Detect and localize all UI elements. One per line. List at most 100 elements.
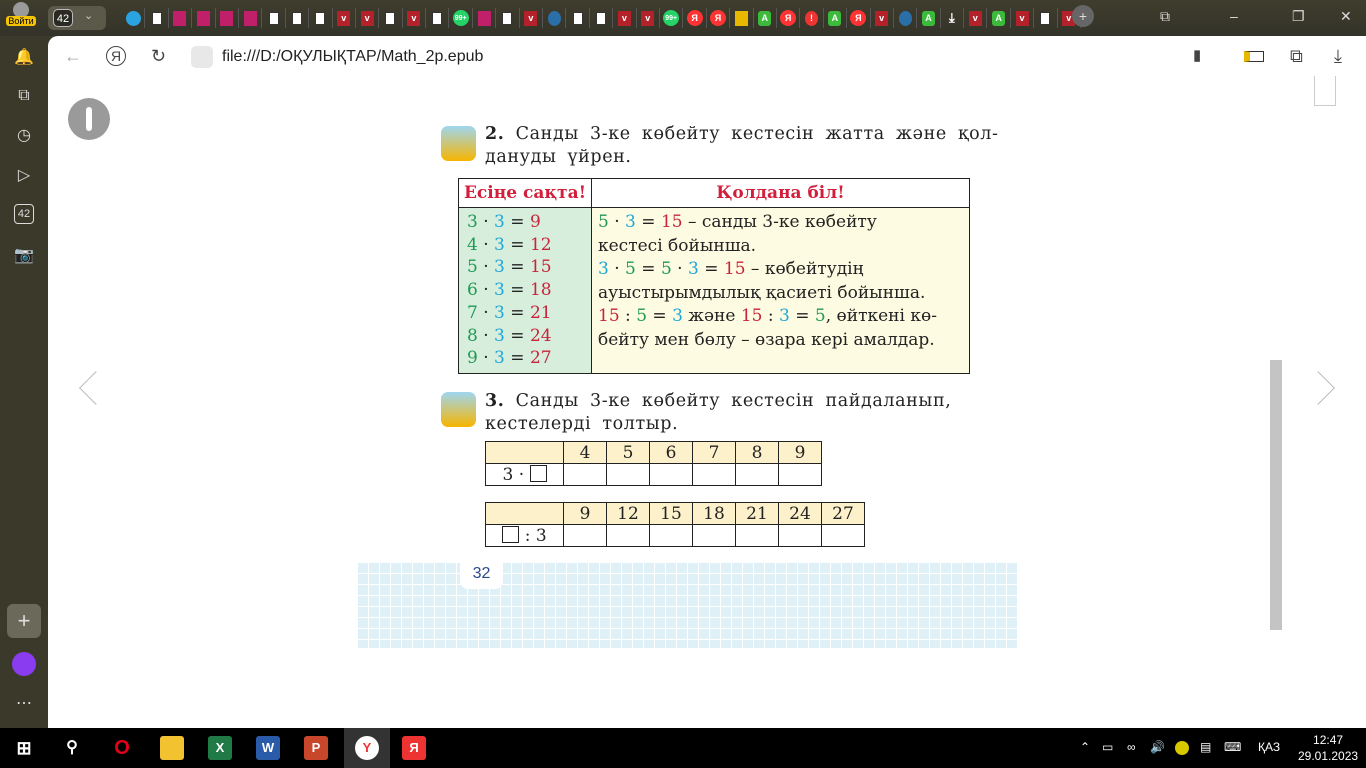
browser-tab[interactable]: A [917,8,941,28]
answer-cell[interactable] [735,463,779,486]
browser-tab[interactable]: A [824,8,848,28]
answer-cell[interactable] [563,524,607,547]
extensions-icon[interactable]: ⧉ [1290,46,1303,67]
browser-tab[interactable]: A [987,8,1011,28]
minimize-button[interactable]: – [1230,8,1238,24]
keyboard-icon[interactable]: ⌨ [1224,740,1241,754]
word-icon[interactable]: W [256,736,280,760]
url-field[interactable]: file:///D:/ОҚУЛЫҚТАР/Math_2p.epub [222,48,483,66]
browser-tab[interactable] [379,8,403,28]
browser-tab[interactable]: ! [800,8,824,28]
powerpoint-icon[interactable]: P [304,736,328,760]
browser-tab[interactable] [309,8,333,28]
browser-tab[interactable] [216,8,239,28]
answer-cell[interactable] [649,463,693,486]
reload-icon[interactable]: ↻ [151,46,166,67]
more-icon[interactable]: ⋯ [12,692,36,716]
battery-saver-icon[interactable] [1244,51,1264,62]
browser-tab[interactable] [145,8,169,28]
browser-tab[interactable] [496,8,520,28]
browser-tab[interactable]: v [356,8,380,28]
screenshot-icon[interactable]: 📷 [12,244,36,268]
answer-cell[interactable] [649,524,693,547]
browser-tab[interactable]: v [871,8,894,28]
answer-cell[interactable] [606,524,650,547]
browser-tab[interactable]: v [333,8,356,28]
browser-tab[interactable] [122,8,146,28]
scrollbar[interactable] [1270,126,1282,642]
answer-cell[interactable] [735,524,779,547]
answer-cell[interactable] [606,463,650,486]
bookmark-icon[interactable]: ▮ [1193,46,1201,64]
prev-page-arrow[interactable] [79,371,113,405]
answer-cell[interactable] [692,463,736,486]
tabs-panel-icon[interactable]: ⧉ [1160,8,1170,25]
browser-tab[interactable]: ⤓ [941,8,965,28]
browser-tab[interactable]: v [613,8,637,28]
opera-icon[interactable]: O [110,736,134,760]
clock[interactable]: 12:47 29.01.2023 [1298,732,1358,764]
browser-tab[interactable] [262,8,286,28]
back-icon[interactable]: ← [64,46,82,67]
yandex-browser-taskbar-active[interactable]: Y [344,728,390,768]
yandex-icon[interactable]: Я [402,736,426,760]
browser-tab[interactable] [473,8,497,28]
pause-button[interactable] [68,98,110,140]
browser-tab[interactable] [894,8,918,28]
page-bookmark-icon[interactable] [1314,76,1336,106]
browser-tab[interactable] [730,8,754,28]
yandex-icon[interactable]: Я [106,46,126,66]
browser-tab[interactable]: Я [777,8,801,28]
browser-tab[interactable]: 99+ [449,8,473,28]
browser-tab[interactable] [426,8,450,28]
language-indicator[interactable]: ҚАЗ [1258,740,1280,754]
browser-tab[interactable] [566,8,590,28]
collections-icon[interactable]: ⧉ [12,84,36,108]
history-icon[interactable]: ◷ [12,124,36,148]
browser-tab[interactable]: v [403,8,427,28]
close-button[interactable]: ✕ [1340,8,1352,25]
browser-tab[interactable] [590,8,614,28]
browser-tab[interactable] [543,8,567,28]
alice-icon[interactable] [12,652,36,676]
battery-icon[interactable]: ▭ [1102,740,1113,754]
browser-tab[interactable]: Я [707,8,731,28]
browser-tab[interactable] [169,8,193,28]
downloads-icon[interactable]: ⤓ [1334,46,1342,67]
tab-count-button[interactable]: 42 ⌄ [48,6,106,30]
bell-icon[interactable]: 🔔 [12,46,36,70]
answer-cell[interactable] [692,524,736,547]
browser-tab[interactable]: 99+ [660,8,684,28]
answer-cell[interactable] [563,463,607,486]
tabs-count-icon[interactable]: 42 [14,204,34,224]
excel-icon[interactable]: X [208,736,232,760]
windows-start-icon[interactable]: ⊞ [12,736,36,760]
restore-button[interactable]: ❐ [1292,8,1305,25]
volume-icon[interactable]: 🔊 [1150,740,1165,754]
browser-tab[interactable] [1034,8,1058,28]
browser-tab[interactable]: A [754,8,777,28]
new-tab-button[interactable]: + [1072,5,1094,27]
add-panel-button[interactable]: + [7,604,41,638]
answer-cell[interactable] [821,524,865,547]
browser-tab[interactable]: v [637,8,660,28]
browser-tab[interactable]: Я [847,8,871,28]
search-icon[interactable]: ⚲ [60,736,84,760]
browser-tab[interactable] [192,8,216,28]
answer-cell[interactable] [778,524,822,547]
browser-tab[interactable]: Я [683,8,707,28]
next-page-arrow[interactable] [1301,371,1335,405]
play-icon[interactable]: ▷ [12,164,36,188]
tray-expand-icon[interactable]: ⌃ [1080,740,1090,754]
wifi-icon[interactable]: ∞ [1127,740,1136,754]
file-explorer-icon[interactable] [160,736,184,760]
browser-tab[interactable]: v [964,8,988,28]
app-tray-icon[interactable] [1175,741,1189,755]
answer-cell[interactable] [778,463,822,486]
scrollbar-thumb[interactable] [1270,360,1282,630]
browser-tab[interactable] [239,8,263,28]
login-button[interactable]: Войти [6,2,36,34]
browser-tab[interactable]: v [1011,8,1035,28]
browser-tab[interactable]: v [520,8,544,28]
notifications-icon[interactable]: ▤ [1200,740,1211,754]
